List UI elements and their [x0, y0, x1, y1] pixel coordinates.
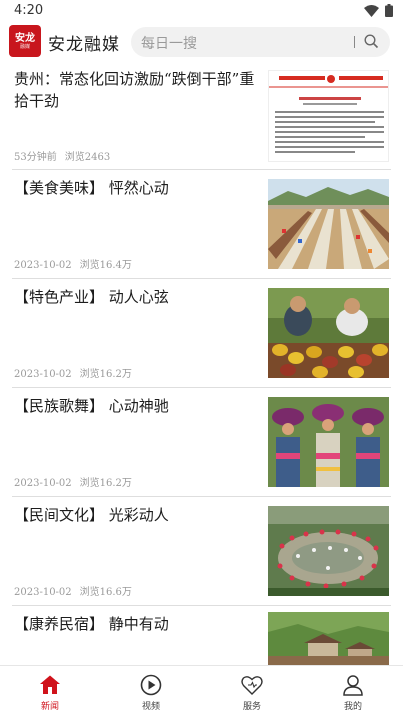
- tab-label: 视频: [141, 702, 160, 712]
- news-meta: 2023-10-02 浏览16.4万: [14, 256, 132, 271]
- heart-icon: [241, 676, 263, 695]
- news-title[interactable]: 【民间文化】 光彩动人: [14, 504, 169, 526]
- news-title[interactable]: 贵州：常态化回访激励“跌倒干部”重拾干劲: [14, 68, 260, 112]
- news-meta: 2023-10-02 浏览16.2万: [14, 365, 132, 380]
- user-icon: [343, 675, 363, 696]
- search-icon[interactable]: [364, 34, 379, 49]
- app-header: 安龙 融媒 安龙融媒 每日一搜: [0, 22, 403, 62]
- news-item[interactable]: 贵州：常态化回访激励“跌倒干部”重拾干劲 53分钟前 浏览2463: [0, 62, 403, 170]
- news-title[interactable]: 【美食美味】 怦然心动: [14, 177, 169, 199]
- news-date: 2023-10-02: [14, 478, 72, 489]
- long-table-feast-photo[interactable]: [268, 179, 389, 269]
- news-views: 浏览16.2万: [79, 478, 132, 489]
- news-meta: 2023-10-02 浏览16.2万: [14, 474, 132, 489]
- news-views: 浏览16.4万: [79, 260, 132, 271]
- play-icon: [140, 674, 162, 696]
- logo-text: 安龙: [15, 32, 35, 44]
- document-photo[interactable]: [268, 70, 389, 162]
- logo-subtext: 融媒: [19, 43, 30, 50]
- tab-label: 新闻: [40, 702, 59, 712]
- tab-profile[interactable]: 我的: [303, 666, 403, 717]
- news-date: 2023-10-02: [14, 260, 72, 271]
- search-placeholder: 每日一搜: [141, 36, 197, 52]
- news-list: 贵州：常态化回访激励“跌倒干部”重拾干劲 53分钟前 浏览2463 【美食美味】…: [0, 62, 403, 665]
- news-item[interactable]: 【民族歌舞】 心动神驰 2023-10-02 浏览16.2万: [0, 388, 403, 497]
- folk-festival-photo[interactable]: [268, 506, 389, 596]
- news-views: 浏览16.6万: [79, 587, 132, 598]
- search-input[interactable]: 每日一搜: [131, 27, 390, 57]
- bottom-tab-bar: 新闻 视频 服务 我的: [0, 665, 403, 717]
- tab-news[interactable]: 新闻: [0, 666, 100, 717]
- guesthouse-photo[interactable]: [268, 612, 389, 665]
- news-item[interactable]: 【康养民宿】 静中有动: [0, 606, 403, 665]
- status-bar: 4:20: [0, 0, 403, 22]
- news-title[interactable]: 【康养民宿】 静中有动: [14, 613, 169, 635]
- news-meta: 2023-10-02 浏览16.6万: [14, 583, 132, 598]
- news-views: 浏览2463: [64, 152, 111, 163]
- news-title[interactable]: 【民族歌舞】 心动神驰: [14, 395, 169, 417]
- app-logo: 安龙 融媒: [9, 25, 41, 57]
- battery-icon: [385, 4, 393, 17]
- news-item[interactable]: 【特色产业】 动人心弦 2023-10-02 浏览16.2万: [0, 279, 403, 388]
- tab-label: 服务: [242, 702, 261, 712]
- tab-label: 我的: [343, 702, 362, 712]
- news-date: 2023-10-02: [14, 587, 72, 598]
- fruit-harvest-photo[interactable]: [268, 288, 389, 378]
- news-item[interactable]: 【美食美味】 怦然心动 2023-10-02 浏览16.4万: [0, 170, 403, 279]
- search-divider: [354, 36, 355, 48]
- news-date: 2023-10-02: [14, 369, 72, 380]
- status-time: 4:20: [14, 3, 44, 18]
- tab-service[interactable]: 服务: [202, 666, 302, 717]
- app-name: 安龙融媒: [48, 35, 120, 55]
- wifi-icon: [364, 4, 379, 17]
- home-icon: [40, 675, 60, 694]
- news-meta: 53分钟前 浏览2463: [14, 148, 110, 163]
- news-views: 浏览16.2万: [79, 369, 132, 380]
- news-item[interactable]: 【民间文化】 光彩动人 2023-10-02 浏览16.6万: [0, 497, 403, 606]
- tab-video[interactable]: 视频: [101, 666, 201, 717]
- ethnic-dance-photo[interactable]: [268, 397, 389, 487]
- news-title[interactable]: 【特色产业】 动人心弦: [14, 286, 169, 308]
- status-icons: [364, 4, 393, 17]
- news-date: 53分钟前: [14, 152, 57, 163]
